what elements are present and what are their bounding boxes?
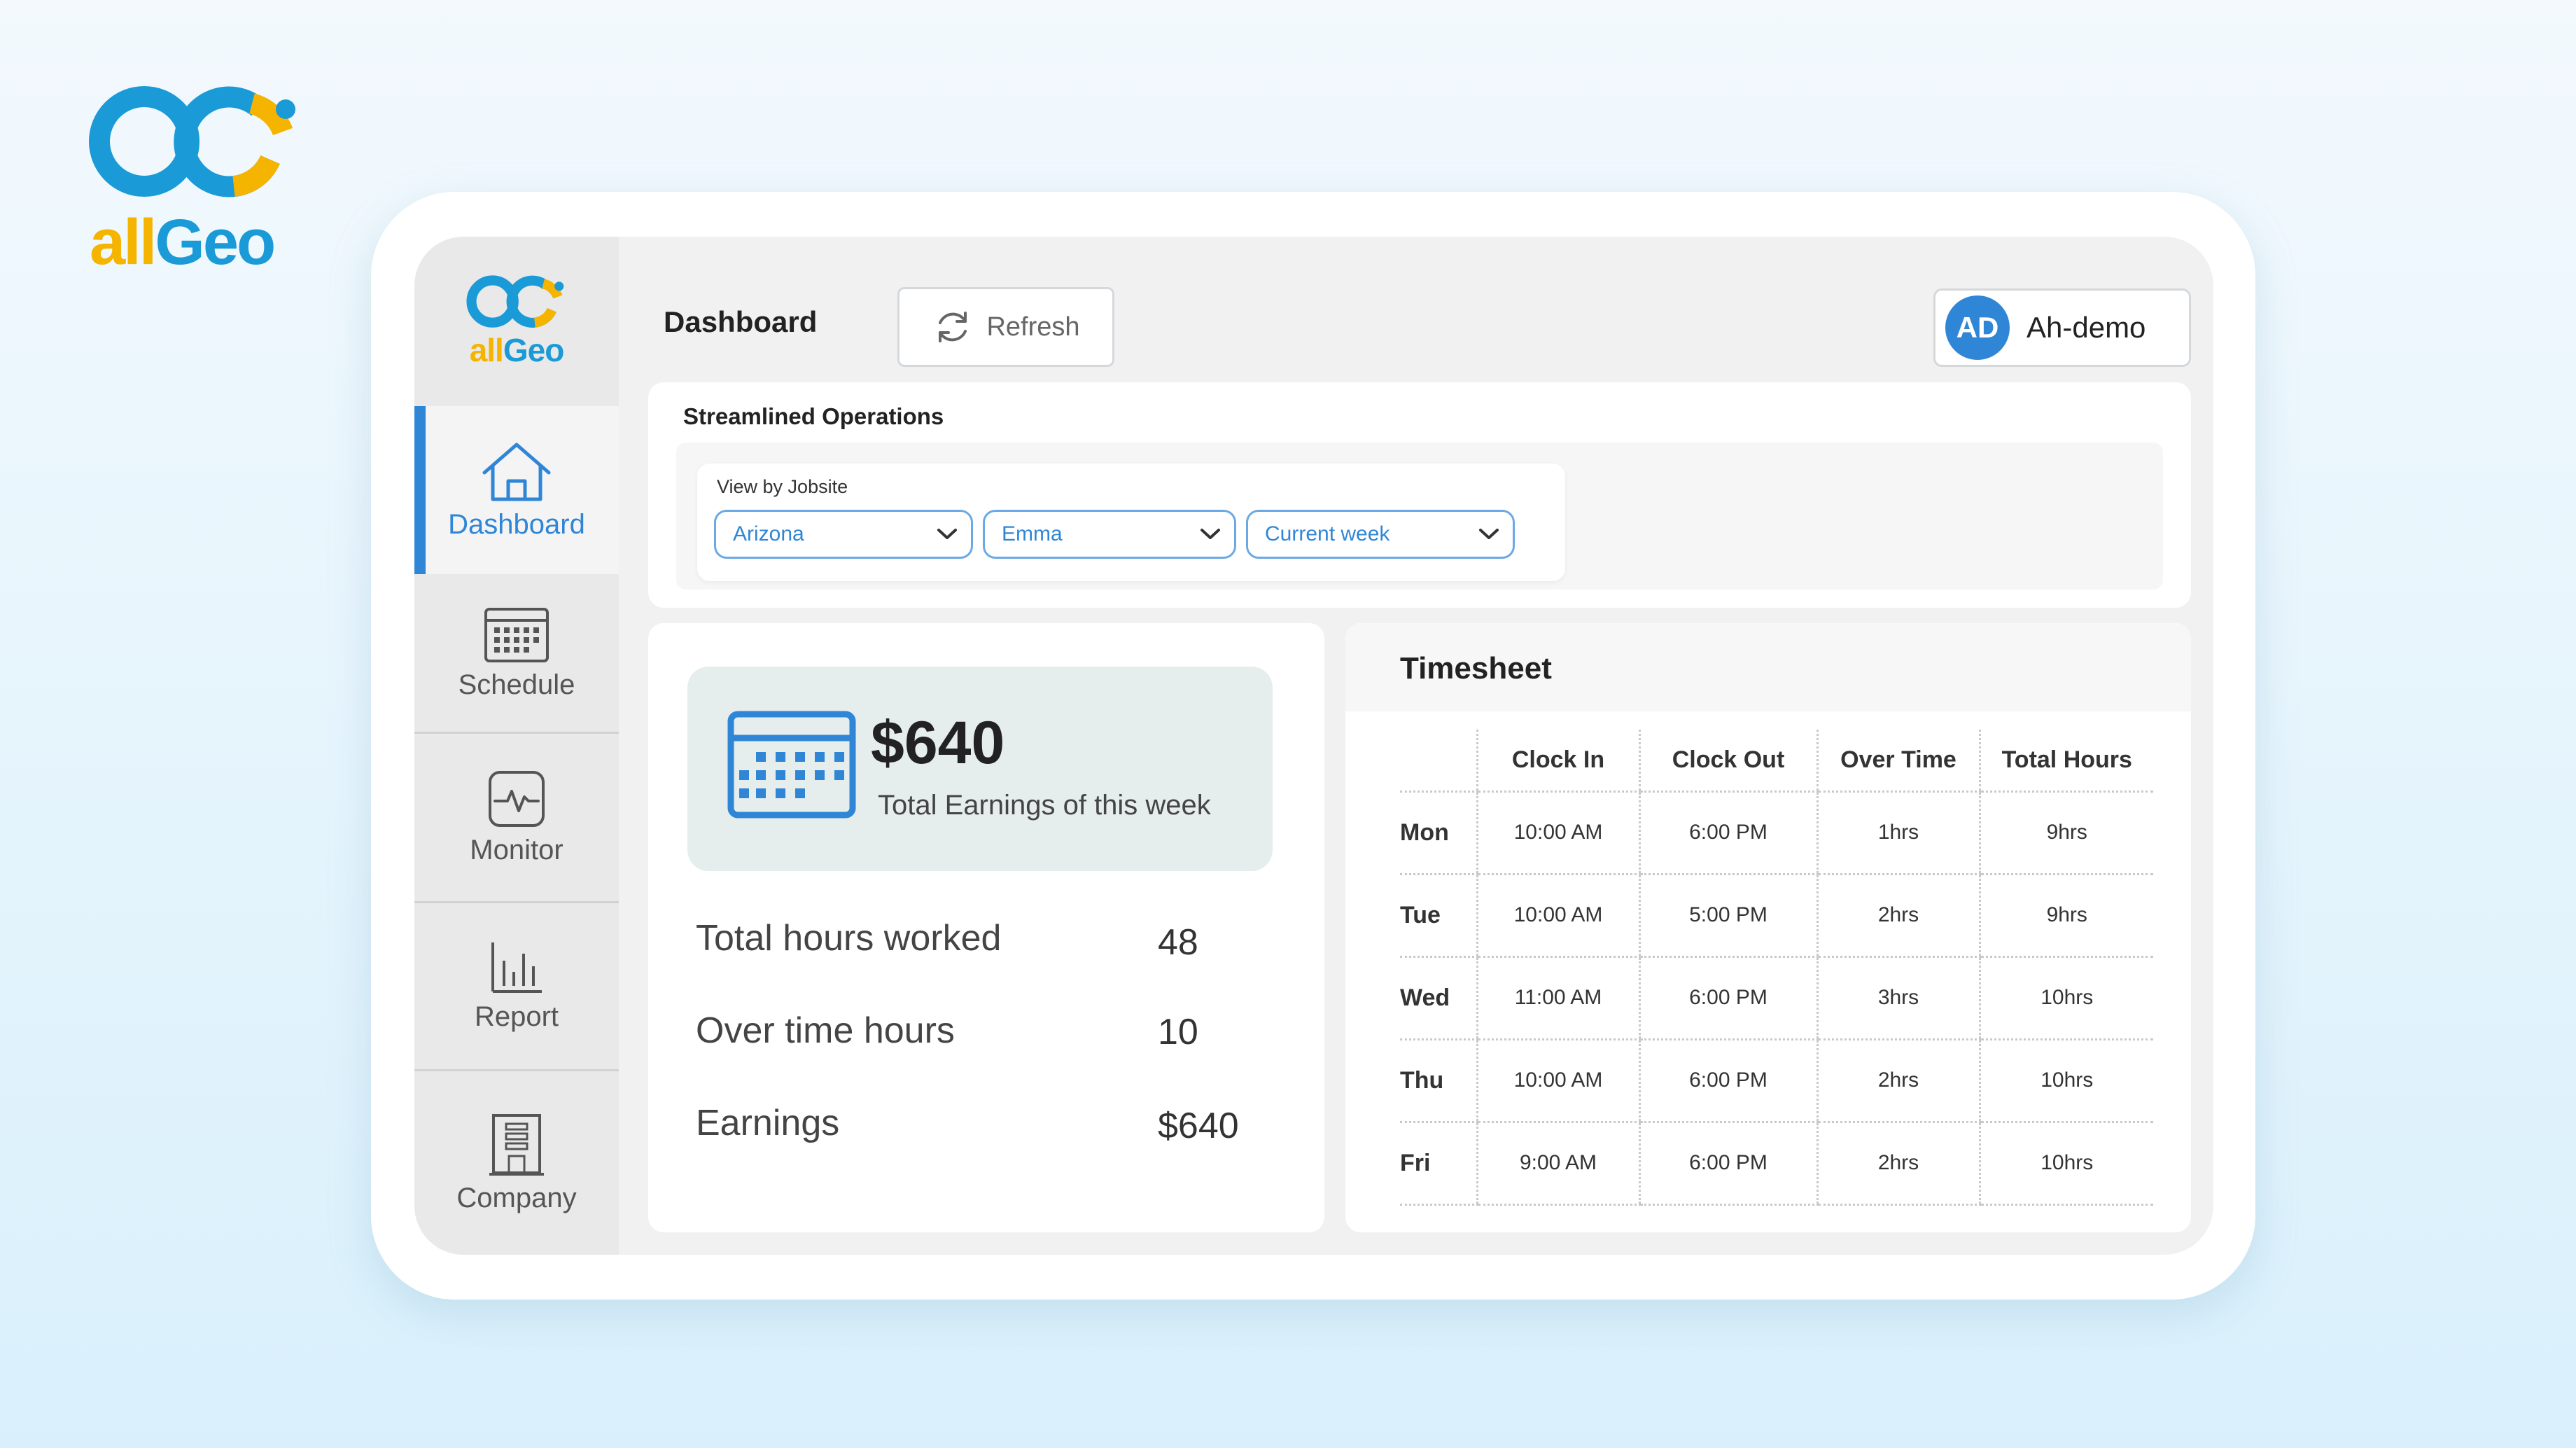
page-title: Dashboard <box>664 305 818 338</box>
row-over-time: 1hrs <box>1816 791 1980 875</box>
home-icon <box>482 443 551 501</box>
column-header-clock-out: Clock Out <box>1638 730 1817 793</box>
row-total-hours: 9hrs <box>1978 874 2153 958</box>
row-total-hours: 10hrs <box>1978 1122 2153 1206</box>
sidebar-item-report[interactable]: Report <box>414 903 619 1071</box>
total-earnings-amount: $640 <box>871 709 1005 777</box>
row-day: Thu <box>1400 1039 1477 1123</box>
sidebar-item-monitor[interactable]: Monitor <box>414 734 619 903</box>
stat-value-earnings: $640 <box>1158 1106 1239 1146</box>
calendar-icon <box>727 711 856 819</box>
refresh-icon <box>939 312 967 342</box>
sidebar-wordmark-geo: Geo <box>503 332 564 368</box>
row-total-hours: 10hrs <box>1978 956 2153 1040</box>
user-name: Ah-demo <box>2026 311 2146 344</box>
refresh-label: Refresh <box>986 312 1080 342</box>
row-over-time: 2hrs <box>1816 1122 1980 1206</box>
column-header-clock-in: Clock In <box>1476 730 1639 793</box>
row-clock-in: 10:00 AM <box>1476 1039 1639 1123</box>
select-value: Current week <box>1265 522 1390 545</box>
stat-value-overtime: 10 <box>1158 1012 1198 1052</box>
select-value: Arizona <box>733 522 804 545</box>
sidebar-item-schedule[interactable]: Schedule <box>414 574 619 734</box>
period-select[interactable]: Current week <box>1246 510 1515 559</box>
stat-label-hours: Total hours worked <box>696 918 1002 959</box>
stat-value-hours: 48 <box>1158 922 1198 963</box>
timesheet-header: Timesheet <box>1345 623 2191 711</box>
sidebar-item-label: Monitor <box>470 835 564 865</box>
jobsite-select[interactable]: Arizona <box>714 510 973 559</box>
chevron-down-icon <box>1200 529 1220 539</box>
operations-panel: View by Jobsite Arizona Emma Current wee… <box>676 443 2163 590</box>
row-day: Tue <box>1400 874 1477 958</box>
column-header-over-time: Over Time <box>1816 730 1980 793</box>
row-day: Mon <box>1400 791 1477 875</box>
sidebar-wordmark: allGeo <box>469 331 565 369</box>
allgeo-logo-rings-icon <box>89 86 295 197</box>
row-total-hours: 9hrs <box>1978 791 2153 875</box>
column-header-total-hours: Total Hours <box>1978 730 2153 793</box>
row-day: Fri <box>1400 1122 1477 1206</box>
operations-title: Streamlined Operations <box>683 403 944 429</box>
timesheet-title: Timesheet <box>1400 651 1552 685</box>
sidebar-item-label: Report <box>474 1001 559 1032</box>
table-row: Tue 10:00 AM 5:00 PM 2hrs 9hrs <box>1400 874 2153 958</box>
row-over-time: 3hrs <box>1816 956 1980 1040</box>
row-clock-out: 6:00 PM <box>1638 956 1817 1040</box>
chevron-down-icon <box>937 529 957 539</box>
refresh-button[interactable]: Refresh <box>897 287 1114 367</box>
table-row: Mon 10:00 AM 6:00 PM 1hrs 9hrs <box>1400 791 2153 875</box>
sidebar-item-dashboard[interactable]: Dashboard <box>414 406 619 574</box>
earnings-card: $640 Total Earnings of this week Total h… <box>648 623 1324 1232</box>
wordmark-all: all <box>90 207 157 278</box>
row-clock-in: 9:00 AM <box>1476 1122 1639 1206</box>
sidebar-item-label: Company <box>456 1182 577 1213</box>
row-clock-out: 6:00 PM <box>1638 1122 1817 1206</box>
earnings-summary: $640 Total Earnings of this week <box>687 667 1273 871</box>
wordmark-geo: Geo <box>155 207 276 278</box>
filter-label: View by Jobsite <box>717 476 848 497</box>
row-over-time: 2hrs <box>1816 1039 1980 1123</box>
total-earnings-caption: Total Earnings of this week <box>878 790 1211 821</box>
table-row: Thu 10:00 AM 6:00 PM 2hrs 10hrs <box>1400 1039 2153 1123</box>
timesheet-card: Timesheet Clock In Clock Out Over Time T… <box>1345 623 2191 1232</box>
sidebar-item-company[interactable]: Company <box>414 1071 619 1255</box>
sidebar-wordmark-all: all <box>469 332 504 368</box>
jobsite-filter-box: View by Jobsite Arizona Emma Current wee… <box>697 464 1565 581</box>
select-value: Emma <box>1002 522 1063 545</box>
timesheet-table: Clock In Clock Out Over Time Total Hours… <box>1400 730 2153 1206</box>
sidebar-item-label: Dashboard <box>448 508 585 540</box>
allgeo-wordmark: allGeo <box>90 206 276 279</box>
app-screen: allGeo Dashboard Schedule Monitor Report… <box>414 237 2213 1255</box>
row-day: Wed <box>1400 956 1477 1040</box>
column-header <box>1400 730 1477 793</box>
stat-label-overtime: Over time hours <box>696 1010 955 1051</box>
row-total-hours: 10hrs <box>1978 1039 2153 1123</box>
building-icon <box>489 1113 544 1176</box>
chevron-down-icon <box>1479 529 1499 539</box>
allgeo-logo: allGeo <box>87 83 304 278</box>
sidebar-logo: allGeo <box>414 237 619 406</box>
employee-select[interactable]: Emma <box>983 510 1236 559</box>
row-clock-in: 10:00 AM <box>1476 874 1639 958</box>
bar-chart-icon <box>491 942 542 993</box>
calendar-icon <box>484 608 549 662</box>
table-row: Fri 9:00 AM 6:00 PM 2hrs 10hrs <box>1400 1122 2153 1206</box>
user-menu[interactable]: AD Ah-demo <box>1933 288 2191 367</box>
row-clock-out: 6:00 PM <box>1638 791 1817 875</box>
row-clock-in: 10:00 AM <box>1476 791 1639 875</box>
sidebar-item-label: Schedule <box>458 669 575 700</box>
sidebar-logo-rings-icon <box>466 275 564 328</box>
table-row: Wed 11:00 AM 6:00 PM 3hrs 10hrs <box>1400 956 2153 1040</box>
row-clock-out: 6:00 PM <box>1638 1039 1817 1123</box>
row-over-time: 2hrs <box>1816 874 1980 958</box>
row-clock-out: 5:00 PM <box>1638 874 1817 958</box>
row-clock-in: 11:00 AM <box>1476 956 1639 1040</box>
monitor-icon <box>489 771 545 827</box>
timesheet-header-row: Clock In Clock Out Over Time Total Hours <box>1400 730 2153 793</box>
stat-label-earnings: Earnings <box>696 1103 840 1143</box>
avatar: AD <box>1945 295 2010 360</box>
operations-card: Streamlined Operations View by Jobsite A… <box>648 382 2191 608</box>
sidebar: allGeo Dashboard Schedule Monitor Report… <box>414 237 619 1255</box>
